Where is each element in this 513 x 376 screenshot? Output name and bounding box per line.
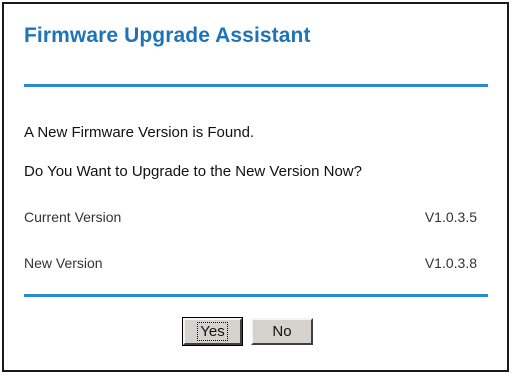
yes-button-label: Yes xyxy=(197,322,228,341)
current-version-value: V1.0.3.5 xyxy=(424,209,477,225)
title-divider xyxy=(24,84,488,87)
yes-button[interactable]: Yes xyxy=(182,317,243,346)
new-version-value: V1.0.3.8 xyxy=(424,255,477,271)
current-version-row: Current Version V1.0.3.5 xyxy=(24,209,477,225)
new-version-label: New Version xyxy=(24,255,103,271)
current-version-label: Current Version xyxy=(24,209,122,225)
upgrade-question: Do You Want to Upgrade to the New Versio… xyxy=(24,163,362,180)
dialog-title: Firmware Upgrade Assistant xyxy=(24,24,311,47)
button-divider xyxy=(24,294,488,297)
firmware-upgrade-dialog: Firmware Upgrade Assistant A New Firmwar… xyxy=(2,2,509,372)
found-message: A New Firmware Version is Found. xyxy=(24,124,255,141)
new-version-row: New Version V1.0.3.8 xyxy=(24,255,477,271)
no-button[interactable]: No xyxy=(251,318,313,345)
